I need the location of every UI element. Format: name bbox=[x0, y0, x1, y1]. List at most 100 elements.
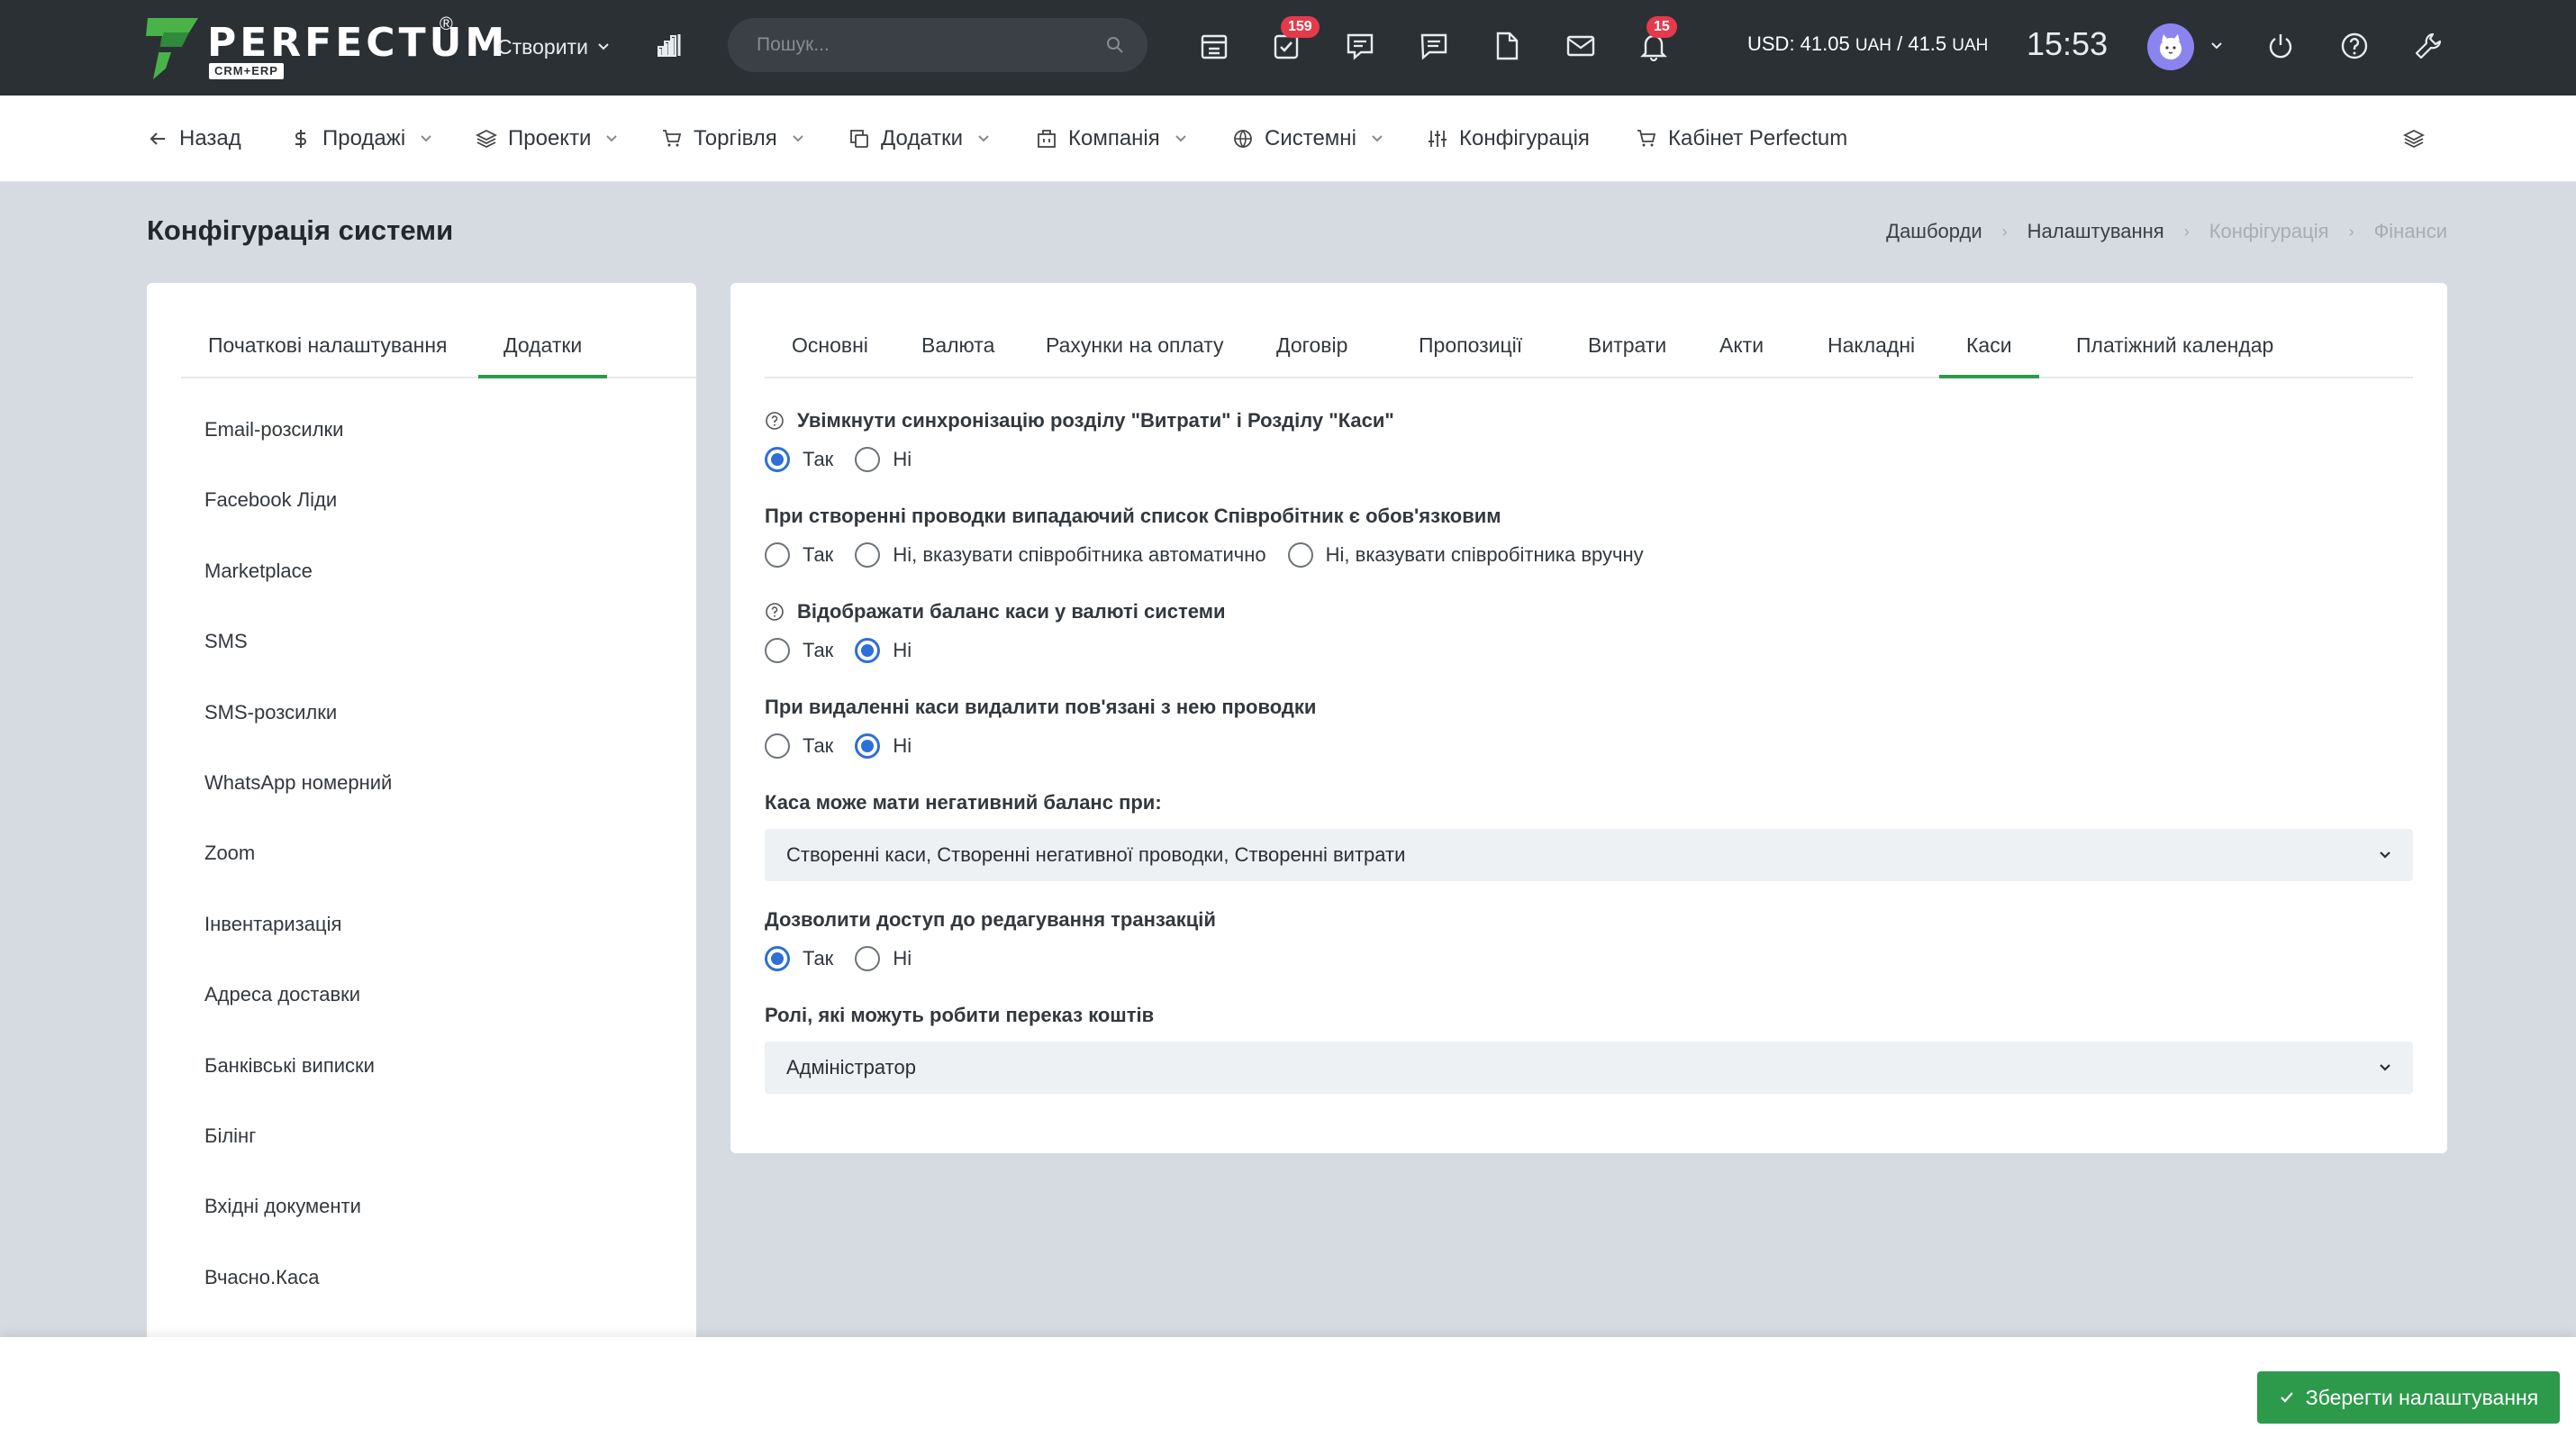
list-item[interactable]: Facebook Ліди bbox=[204, 488, 392, 559]
document-icon[interactable] bbox=[1489, 28, 1525, 64]
tasks-badge: 159 bbox=[1281, 16, 1320, 38]
tab-invoices[interactable]: Рахунки на оплату bbox=[1019, 321, 1251, 378]
tab-basic[interactable]: Основні bbox=[765, 321, 895, 378]
radio-dot[interactable] bbox=[765, 447, 790, 472]
help-circle-icon[interactable] bbox=[765, 411, 785, 431]
tab-contract[interactable]: Договір bbox=[1249, 321, 1374, 378]
chevron-down-icon[interactable] bbox=[2210, 40, 2223, 52]
radio-employee-auto[interactable]: Ні, вказувати співробітника автоматично bbox=[855, 542, 1266, 568]
top-navbar: PERFECTUM ® CRM+ERP Створити 159 15 USD:… bbox=[0, 0, 2576, 96]
radio-dot[interactable] bbox=[765, 733, 790, 759]
radio-dot[interactable] bbox=[855, 447, 881, 472]
radio-label: Ні bbox=[893, 639, 912, 661]
list-item[interactable]: Marketplace bbox=[204, 560, 392, 630]
menu-projects[interactable]: Проекти bbox=[476, 96, 618, 182]
save-settings-label: Зберегти налаштування bbox=[2305, 1385, 2539, 1409]
tab-payment-calendar[interactable]: Платіжний календар bbox=[2049, 321, 2300, 378]
menu-company[interactable]: Компанія bbox=[1036, 96, 1187, 182]
menu-cabinet[interactable]: Кабінет Perfectum bbox=[1636, 96, 1847, 182]
list-item[interactable]: Email-розсилки bbox=[204, 418, 392, 488]
radio-sync-no[interactable]: Ні bbox=[855, 447, 912, 472]
breadcrumb-dashboards[interactable]: Дашборди bbox=[1886, 220, 1982, 243]
tab-expenses[interactable]: Витрати bbox=[1561, 321, 1693, 378]
menu-trade[interactable]: Торгівля bbox=[661, 96, 804, 182]
tasks-icon[interactable]: 159 bbox=[1268, 16, 1320, 64]
breadcrumb-separator: › bbox=[2001, 222, 2008, 241]
search-box[interactable] bbox=[728, 18, 1147, 72]
breadcrumb-settings[interactable]: Налаштування bbox=[2027, 220, 2164, 243]
power-icon[interactable] bbox=[2263, 28, 2299, 64]
chevron-down-icon bbox=[793, 135, 803, 142]
radio-dot[interactable] bbox=[855, 733, 881, 759]
perfectum-logo[interactable]: PERFECTUM ® CRM+ERP bbox=[146, 14, 504, 81]
avatar[interactable] bbox=[2147, 23, 2194, 70]
field-employee-required-label: При створенні проводки випадаючий список… bbox=[765, 505, 1501, 528]
layers-toggle[interactable] bbox=[2403, 96, 2425, 182]
tab-initial-settings[interactable]: Початкові налаштування bbox=[208, 321, 448, 378]
tab-waybills[interactable]: Накладні bbox=[1800, 321, 1942, 378]
chevron-down-icon bbox=[2380, 851, 2390, 859]
radio-dot[interactable] bbox=[855, 542, 881, 568]
radio-sync-yes[interactable]: Так bbox=[765, 447, 833, 472]
list-item[interactable]: Інвентаризація bbox=[204, 913, 392, 983]
radio-employee-manual[interactable]: Ні, вказувати співробітника вручну bbox=[1287, 542, 1644, 568]
menu-back[interactable]: Назад bbox=[147, 96, 241, 182]
radio-edit-yes[interactable]: Так bbox=[765, 946, 833, 971]
chat-icon[interactable] bbox=[1342, 28, 1378, 64]
negative-balance-select[interactable]: Створенні каси, Створенні негативної про… bbox=[765, 829, 2413, 881]
breadcrumb-config[interactable]: Конфігурація bbox=[2209, 220, 2329, 243]
menu-sales[interactable]: Продажі bbox=[290, 96, 432, 182]
help-icon[interactable] bbox=[2336, 28, 2372, 64]
create-dropdown[interactable]: Створити bbox=[497, 31, 610, 63]
list-item[interactable]: Вхідні документи bbox=[204, 1195, 392, 1265]
wrench-icon[interactable] bbox=[2410, 28, 2446, 64]
tab-cash-desks[interactable]: Каси bbox=[1939, 321, 2039, 378]
currency-sep: / 41.5 bbox=[1897, 32, 1947, 55]
clock: 15:53 bbox=[2027, 25, 2109, 62]
tab-proposals[interactable]: Пропозиції bbox=[1392, 321, 1549, 378]
tab-acts[interactable]: Акти bbox=[1692, 321, 1791, 378]
list-item[interactable]: Zoom bbox=[204, 842, 392, 912]
menu-config[interactable]: Конфігурація bbox=[1427, 96, 1590, 182]
radio-dot[interactable] bbox=[765, 542, 790, 568]
radio-dot[interactable] bbox=[855, 946, 881, 971]
calendar-icon[interactable] bbox=[1196, 28, 1232, 64]
copy-icon bbox=[850, 130, 868, 148]
tab-addons[interactable]: Додатки bbox=[478, 321, 608, 378]
radio-dot[interactable] bbox=[765, 946, 790, 971]
menu-system[interactable]: Системні bbox=[1232, 96, 1383, 182]
list-item[interactable]: SMS bbox=[204, 630, 392, 700]
search-input[interactable] bbox=[757, 34, 1106, 56]
list-item[interactable]: Банківські виписки bbox=[204, 1054, 392, 1124]
help-circle-icon[interactable] bbox=[765, 602, 785, 622]
field-balance-currency-label: Відображати баланс каси у валюті системи bbox=[765, 600, 1226, 623]
list-item[interactable]: WhatsApp номерний bbox=[204, 771, 392, 842]
check-icon bbox=[2281, 1392, 2293, 1403]
radio-balance-no[interactable]: Ні bbox=[855, 638, 912, 663]
comments-icon[interactable] bbox=[1416, 28, 1452, 64]
transfer-roles-select[interactable]: Адміністратор bbox=[765, 1042, 2413, 1094]
arrow-left-icon bbox=[150, 132, 165, 145]
save-settings-button[interactable]: Зберегти налаштування bbox=[2257, 1371, 2560, 1424]
radio-dot[interactable] bbox=[765, 638, 790, 663]
radio-dot[interactable] bbox=[855, 638, 881, 663]
radio-delete-yes[interactable]: Так bbox=[765, 733, 833, 759]
radio-delete-no[interactable]: Ні bbox=[855, 733, 912, 759]
radio-balance-yes[interactable]: Так bbox=[765, 638, 833, 663]
list-item[interactable]: Вчасно.Каса bbox=[204, 1266, 392, 1336]
search-icon[interactable] bbox=[1106, 36, 1124, 54]
mail-icon[interactable] bbox=[1563, 28, 1599, 64]
radio-dot[interactable] bbox=[1287, 542, 1313, 568]
list-item[interactable]: Адреса доставки bbox=[204, 983, 392, 1053]
tab-currency[interactable]: Валюта bbox=[894, 321, 1021, 378]
list-item[interactable]: SMS-розсилки bbox=[204, 701, 392, 771]
radio-edit-no[interactable]: Ні bbox=[855, 946, 912, 971]
currency-uah-2: UAH bbox=[1952, 36, 1989, 55]
logo-subtitle: CRM+ERP bbox=[209, 63, 284, 79]
bell-icon[interactable]: 15 bbox=[1636, 16, 1677, 64]
menu-addons[interactable]: Додатки bbox=[848, 96, 990, 182]
radio-employee-yes[interactable]: Так bbox=[765, 542, 833, 568]
bar-chart-icon[interactable] bbox=[652, 28, 688, 64]
field-employee-required-options: Так Ні, вказувати співробітника автомати… bbox=[765, 542, 1665, 568]
list-item[interactable]: Білінг bbox=[204, 1124, 392, 1195]
